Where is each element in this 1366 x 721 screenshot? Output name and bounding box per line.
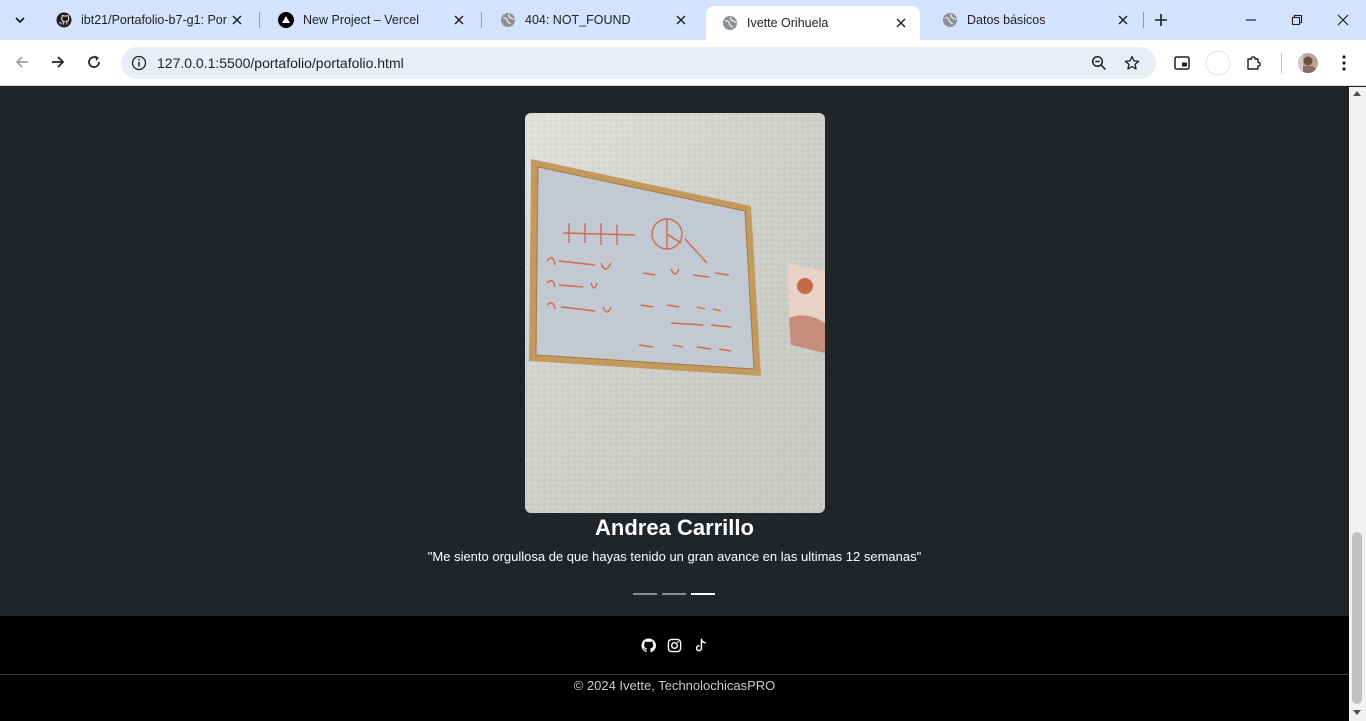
close-window-button[interactable] — [1320, 0, 1366, 40]
testimonial-photo — [525, 113, 825, 513]
vercel-icon — [278, 12, 294, 28]
testimonial-name: Andrea Carrillo — [595, 515, 754, 540]
arrow-right-icon — [52, 56, 65, 68]
reload-button[interactable] — [80, 48, 108, 76]
testimonial-quote: "Me siento orgullosa de que hayas tenido… — [427, 549, 922, 564]
globe-icon — [942, 12, 958, 28]
page-scrollbar[interactable] — [1349, 87, 1366, 721]
arrow-left-icon — [15, 56, 28, 68]
zoom-icon[interactable] — [1087, 51, 1111, 75]
browser-toolbar: 127.0.0.1:5500/portafolio/portafolio.htm… — [0, 40, 1366, 86]
tab-title: Datos básicos — [967, 13, 1046, 27]
tab-title: New Project – Vercel — [303, 13, 420, 27]
close-icon[interactable] — [449, 10, 469, 30]
address-bar[interactable]: 127.0.0.1:5500/portafolio/portafolio.htm… — [121, 47, 1156, 79]
scroll-down-arrow-icon[interactable] — [1353, 710, 1361, 715]
tab-title: ibt21/Portafolio-b7-g1: Porta — [81, 13, 227, 27]
restore-button[interactable] — [1274, 0, 1320, 40]
carousel-indicator-3[interactable] — [691, 593, 715, 595]
carousel-indicators — [633, 593, 715, 595]
github-icon[interactable] — [640, 637, 656, 653]
chevron-down-icon — [15, 17, 25, 24]
footer-divider — [0, 674, 1349, 675]
globe-icon — [500, 12, 516, 28]
extensions-puzzle-icon[interactable] — [1240, 49, 1268, 77]
tab-strip: ibt21/Portafolio-b7-g1: Porta New Projec… — [0, 0, 1366, 40]
close-icon[interactable] — [227, 10, 247, 30]
tab-title: Ivette Orihuela — [747, 16, 829, 30]
tab-search-button[interactable] — [6, 6, 34, 34]
carousel-indicator-1[interactable] — [633, 593, 657, 595]
toolbar-separator — [1281, 53, 1282, 73]
url-text[interactable]: 127.0.0.1:5500/portafolio/portafolio.htm… — [157, 55, 404, 71]
github-icon — [56, 12, 72, 28]
restore-icon — [1291, 14, 1303, 26]
scrollbar-thumb[interactable] — [1352, 532, 1362, 704]
minimize-icon — [1246, 19, 1256, 21]
scroll-up-arrow-icon[interactable] — [1353, 91, 1361, 96]
site-info-icon[interactable] — [127, 51, 151, 75]
carousel-indicator-2[interactable] — [662, 593, 686, 595]
menu-dots-icon[interactable] — [1330, 49, 1358, 77]
footer: © 2024 Ivette, TechnolochicasPRO — [0, 616, 1349, 721]
picture-in-picture-icon[interactable] — [1168, 49, 1196, 77]
tab-ivette-orihuela[interactable]: Ivette Orihuela — [706, 6, 920, 40]
tab-vercel[interactable]: New Project – Vercel — [262, 0, 478, 40]
tab-separator — [1143, 12, 1144, 28]
plus-icon — [1155, 14, 1167, 26]
page-content: Andrea Carrillo "Me siento orgullosa de … — [0, 87, 1349, 721]
new-tab-button[interactable] — [1150, 9, 1172, 31]
instagram-icon[interactable] — [666, 637, 682, 653]
tab-github[interactable]: ibt21/Portafolio-b7-g1: Porta — [40, 0, 256, 40]
bookmark-star-icon[interactable] — [1120, 51, 1144, 75]
close-icon[interactable] — [891, 13, 911, 33]
avatar[interactable] — [1294, 49, 1322, 77]
social-links — [640, 637, 708, 653]
tab-separator — [481, 12, 482, 28]
tab-title: 404: NOT_FOUND — [525, 13, 631, 27]
tab-separator — [259, 12, 260, 28]
copyright-text: © 2024 Ivette, TechnolochicasPRO — [573, 678, 776, 693]
minimize-button[interactable] — [1228, 0, 1274, 40]
forward-button[interactable] — [44, 48, 72, 76]
close-icon[interactable] — [671, 10, 691, 30]
close-icon — [1337, 14, 1349, 26]
tiktok-icon[interactable] — [692, 637, 708, 653]
tab-not-found[interactable]: 404: NOT_FOUND — [484, 0, 700, 40]
tab-datos-basicos[interactable]: Datos básicos — [926, 0, 1142, 40]
back-button[interactable] — [8, 48, 36, 76]
globe-icon — [722, 15, 738, 31]
profile-circle-icon[interactable] — [1204, 49, 1232, 77]
close-icon[interactable] — [1113, 10, 1133, 30]
reload-icon — [88, 55, 100, 68]
